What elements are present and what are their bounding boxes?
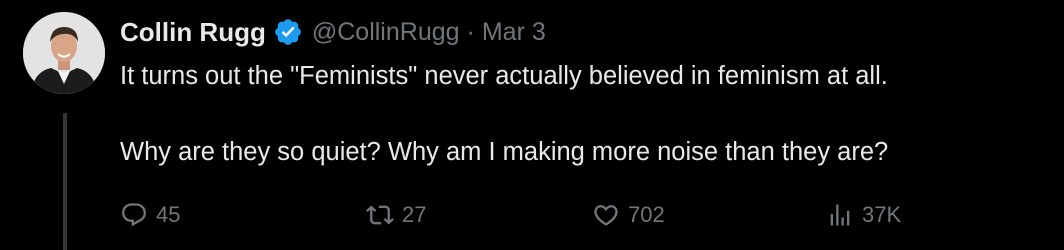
- tweet-actions: 45 27 702 37K: [120, 201, 1064, 237]
- retweet-icon: [366, 205, 394, 225]
- like-button[interactable]: 702: [592, 201, 665, 229]
- separator-dot: ·: [466, 17, 475, 46]
- profile-photo-icon: [23, 12, 105, 94]
- heart-icon: [594, 205, 618, 226]
- views-count: 37K: [862, 202, 902, 227]
- thread-line: [63, 113, 67, 250]
- tweet-date[interactable]: Mar 3: [482, 18, 546, 47]
- tweet-paragraph: Why are they so quiet? Why am I making m…: [120, 138, 889, 166]
- reply-icon: [122, 203, 146, 227]
- tweet-header: Collin Rugg @CollinRugg · Mar 3: [120, 12, 1064, 52]
- tweet-content: Collin Rugg @CollinRugg · Mar 3 It turns…: [120, 12, 1064, 171]
- author-handle[interactable]: @CollinRugg: [312, 18, 460, 47]
- tweet-text: It turns out the "Feminists" never actua…: [120, 57, 1064, 171]
- reply-button[interactable]: 45: [120, 201, 180, 229]
- views-icon: [830, 204, 850, 226]
- verified-badge-icon: [273, 17, 303, 47]
- tweet-paragraph: It turns out the "Feminists" never actua…: [120, 62, 888, 90]
- author-name[interactable]: Collin Rugg: [120, 17, 266, 48]
- avatar[interactable]: [23, 12, 105, 94]
- retweet-count: 27: [402, 202, 427, 227]
- retweet-button[interactable]: 27: [366, 201, 426, 229]
- reply-count: 45: [156, 202, 181, 227]
- views-button[interactable]: 37K: [826, 201, 901, 229]
- like-count: 702: [628, 202, 665, 227]
